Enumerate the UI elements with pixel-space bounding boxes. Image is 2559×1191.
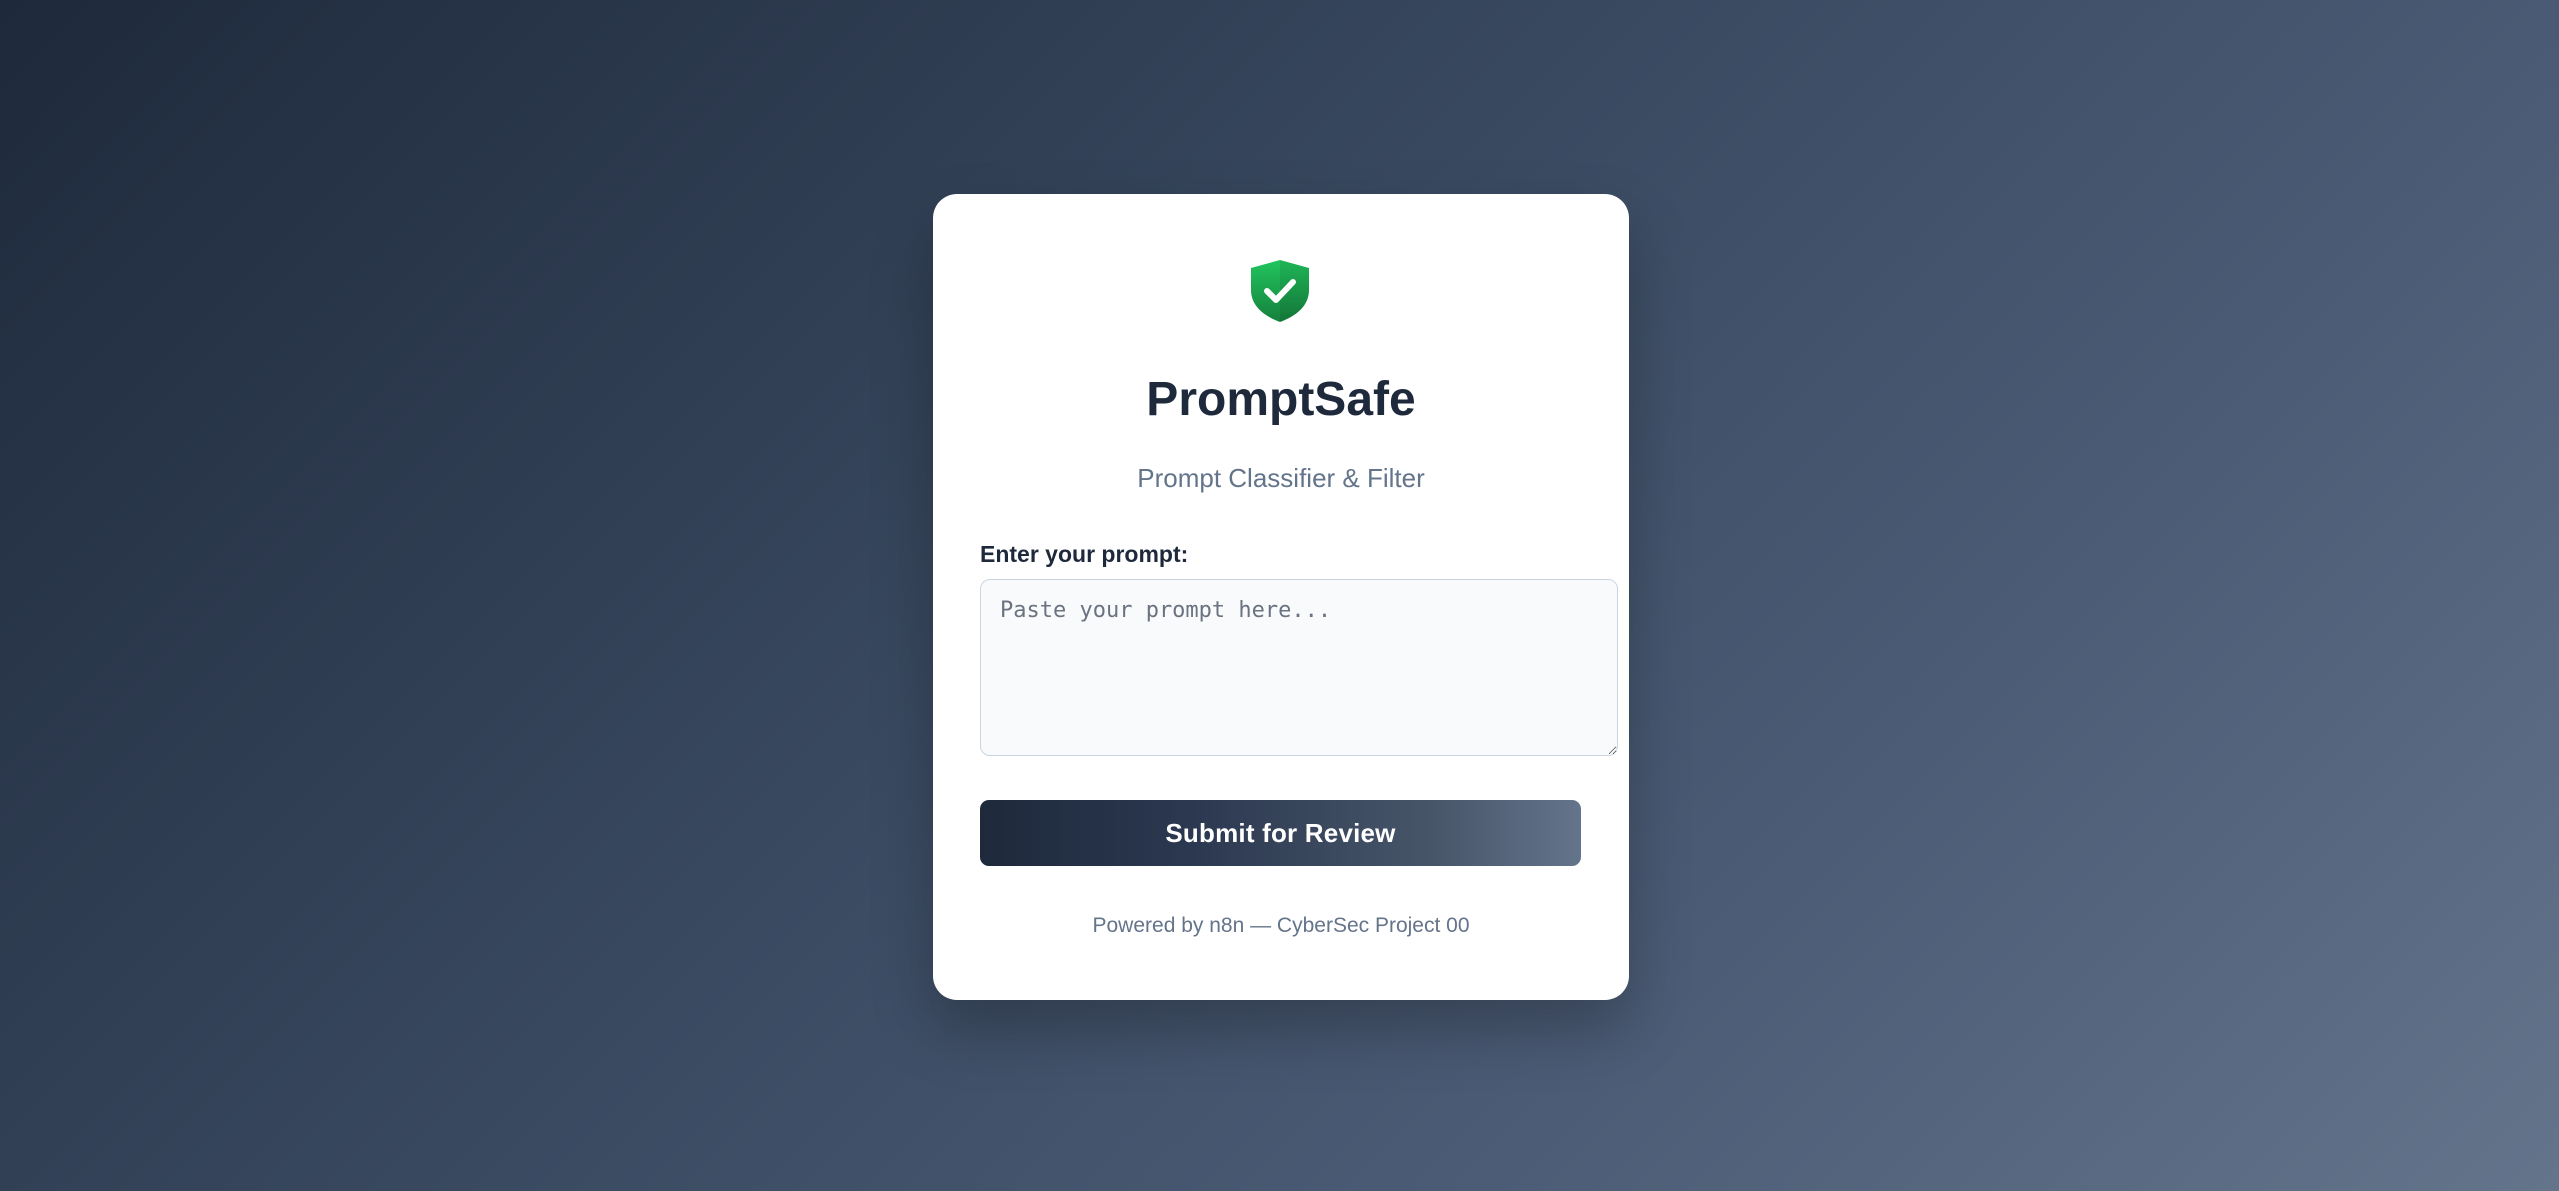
- app-subtitle: Prompt Classifier & Filter: [1137, 463, 1425, 493]
- footer-text: Powered by n8n — CyberSec Project 00: [1092, 914, 1470, 937]
- shield-check-icon: [1248, 258, 1312, 324]
- app-title: PromptSafe: [1146, 373, 1416, 426]
- prompt-label: Enter your prompt:: [980, 541, 1189, 567]
- prompt-input[interactable]: [980, 579, 1618, 756]
- submit-button[interactable]: Submit for Review: [980, 800, 1581, 866]
- prompt-card: PromptSafe Prompt Classifier & Filter En…: [933, 194, 1629, 1000]
